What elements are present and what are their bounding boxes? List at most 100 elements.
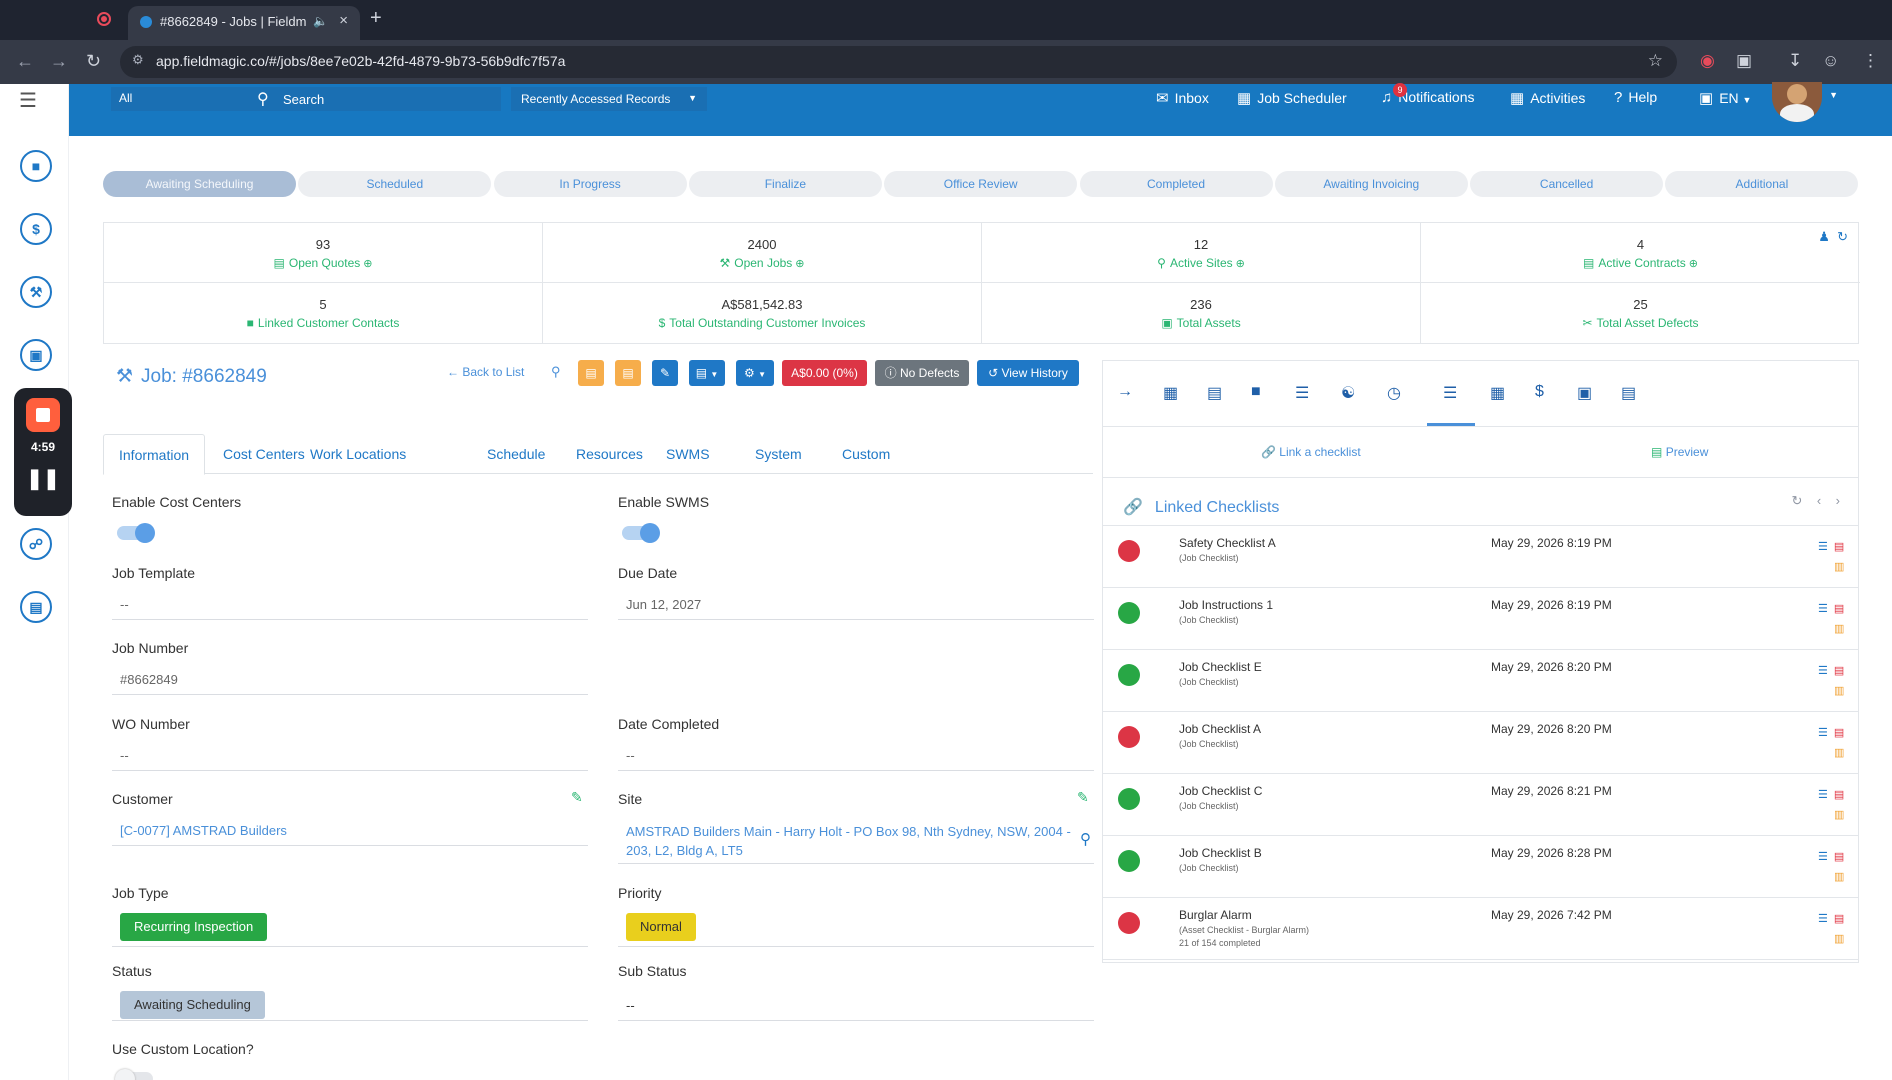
tab-custom[interactable]: Custom — [827, 434, 905, 474]
back-arrow-icon[interactable]: ← — [16, 51, 34, 72]
checklist-name[interactable]: Safety Checklist A — [1179, 536, 1276, 550]
checklist-name[interactable]: Job Instructions 1 — [1179, 598, 1273, 612]
list-icon[interactable]: ☰ — [1818, 727, 1828, 739]
stage-additional[interactable]: Additional — [1665, 171, 1859, 197]
briefcase-icon[interactable]: ▣ — [20, 339, 52, 371]
extensions-puzzle-icon[interactable]: ▣ — [1736, 51, 1752, 71]
file-icon[interactable]: ▤ — [1207, 383, 1222, 403]
stat-active-sites[interactable]: 12 ⚲ Active Sites ⊕ — [982, 223, 1421, 283]
trash-icon[interactable]: ▥ — [1834, 870, 1844, 883]
customer-link[interactable]: [C-0077] AMSTRAD Builders — [112, 816, 588, 846]
list-icon[interactable]: ☰ — [1818, 851, 1828, 863]
trash-icon[interactable]: ▥ — [1834, 684, 1844, 697]
preview-button[interactable]: ▤ Preview — [1651, 445, 1708, 459]
stat-total-asset-defects[interactable]: 25 ✂ Total Asset Defects — [1421, 283, 1860, 343]
status-badge[interactable]: Awaiting Scheduling — [120, 991, 265, 1019]
plus-circle-icon[interactable]: ⊕ — [1236, 258, 1245, 270]
notifications-link[interactable]: ♫ 9 Notifications — [1381, 83, 1475, 106]
list-icon[interactable]: ☰ — [1818, 789, 1828, 801]
checklist-icon[interactable]: ☰ — [1443, 383, 1457, 403]
site-settings-icon[interactable]: ⚙ — [132, 52, 144, 68]
checklist-row[interactable]: Job Checklist E (Job Checklist) May 29, 20… — [1103, 650, 1858, 712]
tab-schedule[interactable]: Schedule — [472, 434, 560, 474]
chevron-right-icon[interactable]: › — [1836, 493, 1840, 508]
notes-button[interactable]: ▤ — [578, 360, 604, 386]
hamburger-menu-icon[interactable]: ☰ — [19, 88, 37, 113]
new-tab-icon[interactable]: + — [370, 7, 382, 30]
list-icon[interactable]: ☰ — [1818, 913, 1828, 925]
stage-completed[interactable]: Completed — [1079, 171, 1273, 197]
plus-circle-icon[interactable]: ⊕ — [363, 258, 372, 270]
document-dropdown-button[interactable]: ▤ ▼ — [689, 360, 725, 386]
stage-awaiting-invoicing[interactable]: Awaiting Invoicing — [1274, 171, 1468, 197]
document-icon[interactable]: ▤ — [1621, 383, 1636, 403]
stop-recording-button[interactable] — [26, 398, 60, 432]
checklist-row[interactable]: Job Checklist C (Job Checklist) May 29, 20… — [1103, 774, 1858, 836]
view-history-button[interactable]: ↺ View History — [977, 360, 1079, 386]
tab-information[interactable]: Information — [103, 434, 206, 475]
edit-site-pencil-icon[interactable]: ✎ — [1077, 789, 1089, 806]
trash-icon[interactable]: ▥ — [1834, 808, 1844, 821]
job-amount-badge[interactable]: A$0.00 (0%) — [782, 360, 867, 386]
job-type-badge[interactable]: Recurring Inspection — [120, 913, 268, 941]
global-search-input[interactable]: ⚲ Search — [247, 87, 501, 111]
list-table-icon[interactable]: ☰ — [1295, 383, 1309, 403]
pdf-icon[interactable]: ▤ — [1834, 913, 1844, 925]
trash-icon[interactable]: ▥ — [1834, 746, 1844, 759]
job-number-field[interactable]: #8662849 — [112, 665, 588, 695]
pdf-icon[interactable]: ▤ — [1834, 789, 1844, 801]
reload-icon[interactable]: ↻ — [86, 51, 101, 72]
profile-icon[interactable]: ☺ — [1822, 51, 1839, 71]
browser-menu-icon[interactable]: ⋮ — [1862, 51, 1879, 71]
due-date-field[interactable]: Jun 12, 2027 — [618, 590, 1094, 620]
extension-icon[interactable]: ◉ — [1700, 51, 1715, 71]
clock-icon[interactable]: ◷ — [1387, 383, 1401, 403]
checklist-name[interactable]: Job Checklist B — [1179, 846, 1262, 860]
stage-awaiting-scheduling[interactable]: Awaiting Scheduling — [103, 171, 296, 197]
checklist-row[interactable]: Job Instructions 1 (Job Checklist) May 29,… — [1103, 588, 1858, 650]
stage-finalize[interactable]: Finalize — [688, 171, 882, 197]
no-defects-button[interactable]: ⓘ No Defects — [875, 360, 969, 386]
link-checklist-button[interactable]: 🔗 Link a checklist — [1261, 445, 1361, 459]
edit-button[interactable]: ✎ — [652, 360, 678, 386]
contacts-icon[interactable]: ■ — [20, 150, 52, 182]
close-tab-icon[interactable]: × — [339, 12, 348, 29]
speaker-icon[interactable]: 🔈 — [313, 14, 328, 28]
browser-tab[interactable]: #8662849 - Jobs | Fieldm 🔈 × — [128, 6, 360, 40]
settings-dropdown-button[interactable]: ⚙ ▼ — [736, 360, 774, 386]
user-avatar[interactable] — [1772, 82, 1822, 122]
date-completed-field[interactable]: -- — [618, 741, 1094, 771]
calendar-icon[interactable]: ▦ — [1490, 383, 1505, 403]
clipboard-button[interactable]: ▤ — [615, 360, 641, 386]
stage-cancelled[interactable]: Cancelled — [1470, 171, 1664, 197]
pin-icon[interactable]: ⚲ — [551, 364, 561, 380]
language-select[interactable]: ▣ EN ▼ — [1699, 89, 1751, 107]
inbox-link[interactable]: ✉ Inbox — [1156, 89, 1209, 107]
stat-active-contracts[interactable]: 4 ▤ Active Contracts ⊕ — [1421, 223, 1860, 283]
plus-circle-icon[interactable]: ⊕ — [1689, 258, 1698, 270]
pdf-icon[interactable]: ▤ — [1834, 541, 1844, 553]
pdf-icon[interactable]: ▤ — [1834, 851, 1844, 863]
checklist-row[interactable]: Job Checklist A (Job Checklist) May 29, 20… — [1103, 712, 1858, 774]
pdf-icon[interactable]: ▤ — [1834, 665, 1844, 677]
pdf-icon[interactable]: ▤ — [1834, 603, 1844, 615]
back-to-list-link[interactable]: ← Back to List — [447, 365, 524, 379]
wrench-icon[interactable]: ⚒ — [20, 276, 52, 308]
download-icon[interactable]: ↧ — [1788, 51, 1802, 71]
site-link[interactable]: AMSTRAD Builders Main - Harry Holt - PO … — [618, 816, 1094, 864]
dollar-icon[interactable]: $ — [1535, 383, 1544, 401]
job-scheduler-link[interactable]: ▦ Job Scheduler — [1237, 89, 1347, 107]
checklist-row[interactable]: Job Checklist B (Job Checklist) May 29, 20… — [1103, 836, 1858, 898]
checklist-name[interactable]: Job Checklist E — [1179, 660, 1262, 674]
tab-work-locations[interactable]: Work Locations — [295, 434, 421, 474]
checklist-name[interactable]: Job Checklist C — [1179, 784, 1262, 798]
checklist-name[interactable]: Job Checklist A — [1179, 722, 1261, 736]
calendar-icon[interactable]: ▦ — [1163, 383, 1178, 403]
handshake-icon[interactable]: ☯ — [1341, 383, 1355, 403]
trash-icon[interactable]: ▥ — [1834, 560, 1844, 573]
help-link[interactable]: ? Help — [1614, 89, 1657, 106]
bookmark-star-icon[interactable]: ☆ — [1648, 51, 1663, 71]
sub-status-field[interactable]: -- — [618, 991, 1094, 1021]
job-template-field[interactable]: -- — [112, 590, 588, 620]
enable-swms-toggle[interactable] — [622, 523, 660, 543]
